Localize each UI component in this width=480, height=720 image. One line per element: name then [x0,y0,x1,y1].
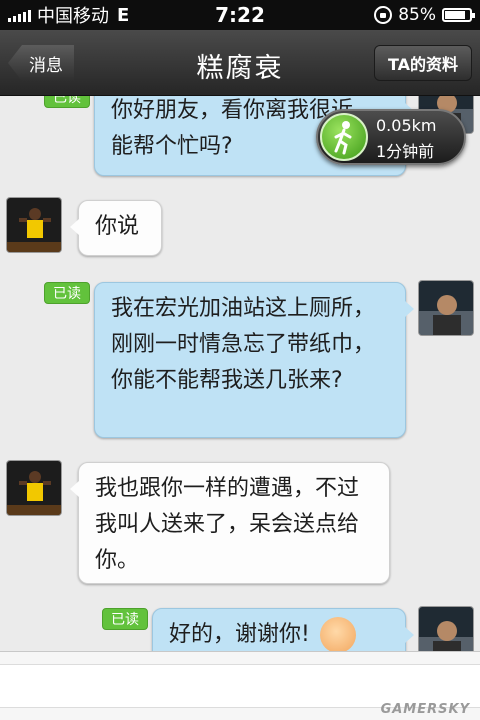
read-badge: 已读 [44,96,90,108]
watermark: GAMERSKY [380,702,470,717]
distance-badge: 0.05km 1分钟前 [316,109,466,165]
distance-time: 1分钟前 [376,142,435,161]
message-text: 我也跟你一样的遭遇，不过我叫人送来了，呆会送点给你。 [95,476,360,573]
input-bar: GAMERSKY [0,651,480,720]
status-bar: 中国移动 E 7:22 85% [0,0,480,30]
battery-percent: 85% [398,5,436,25]
distance-value: 0.05km [376,116,437,135]
nav-bar: 消息 糕腐衰 TA的资料 [0,30,480,96]
message-text: 你说 [95,214,140,239]
smile-emoji-icon [319,617,356,651]
message-bubble-incoming[interactable]: 我也跟你一样的遭遇，不过我叫人送来了，呆会送点给你。 [70,462,390,584]
battery-icon [442,8,475,22]
message-bubble-outgoing[interactable]: 我在宏光加油站这上厕所，刚刚一时情急忘了带纸巾，你能不能帮我送几张来? [94,282,414,438]
message-bubble-outgoing[interactable]: 好的，谢谢你! [152,608,414,651]
read-badge: 已读 [102,608,148,630]
profile-button[interactable]: TA的资料 [374,45,472,81]
read-badge: 已读 [44,282,90,304]
back-button[interactable]: 消息 [8,45,74,81]
message-text: 好的，谢谢你! [169,622,310,647]
message-bubble-incoming[interactable]: 你说 [70,200,162,256]
chat-area[interactable]: 已读 你好朋友，看你离我很近，能帮个忙吗? 0.05km 1分钟前 你说 已读 … [0,96,480,651]
my-avatar[interactable] [418,280,474,336]
message-text: 我在宏光加油站这上厕所，刚刚一时情急忘了带纸巾，你能不能帮我送几张来? [111,296,376,393]
my-avatar[interactable] [418,606,474,651]
contact-avatar[interactable] [6,460,62,516]
walking-person-icon [320,113,368,161]
contact-avatar[interactable] [6,197,62,253]
rotation-lock-icon [374,6,393,24]
